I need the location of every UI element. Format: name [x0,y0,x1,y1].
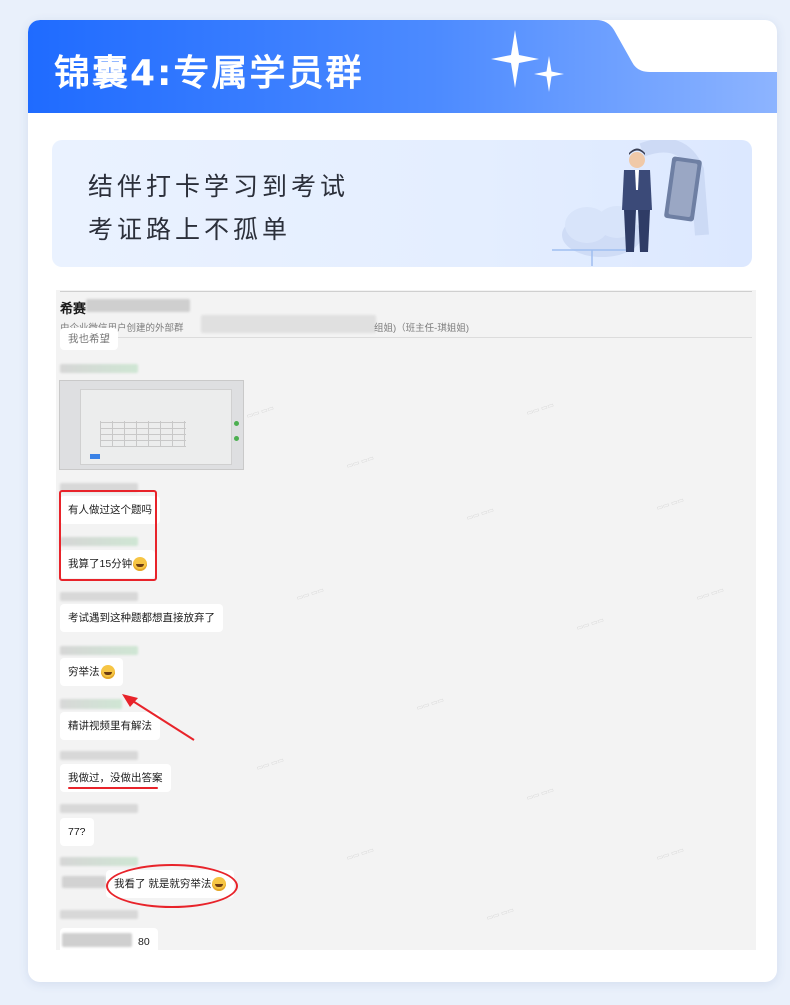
slogan-banner: 结伴打卡学习到考试 考证路上不孤单 [52,140,752,267]
blurred-sender [60,910,138,919]
blurred-quote [62,876,106,888]
divider [60,291,752,292]
blurred-sender [60,804,138,813]
group-subtitle-suffix: 组姐)（班主任-琪姐姐) [374,323,469,334]
watermark: ▭▭ ▭▭ [465,506,495,523]
watermark: ▭▭ ▭▭ [485,906,515,923]
red-arrow-annotation [122,694,195,741]
page-title: 锦囊4:专属学员群 [54,53,364,94]
small-sparkle-icon [534,56,564,92]
blurred-name [86,299,190,312]
blurred-text [62,933,132,947]
message-bubble: 77? [60,818,94,846]
watermark: ▭▭ ▭▭ [415,696,445,713]
message-bubble: 穷举法 [60,658,123,686]
watermark: ▭▭ ▭▭ [345,846,375,863]
message-bubble: 考试遇到这种题都想直接放弃了 [60,604,223,632]
message-text: 穷举法 [68,666,100,678]
watermark: ▭▭ ▭▭ [525,786,555,803]
group-name: 希赛 [60,301,87,316]
watermark: ▭▭ ▭▭ [345,454,375,471]
divider [60,337,752,338]
slogan-line-1: 结伴打卡学习到考试 [88,172,350,201]
watermark: ▭▭ ▭▭ [695,586,725,603]
red-underline-annotation [68,787,158,789]
message-bubble: 我也希望 [60,328,118,350]
businessman-illustration-icon [552,140,709,266]
blurred-sender [60,699,122,709]
watermark: ▭▭ ▭▭ [575,616,605,633]
slogan-line-2: 考证路上不孤单 [88,215,292,244]
blurred-sender [60,646,138,655]
red-circle-annotation [106,864,238,908]
highlight-box [59,490,157,581]
watermark: ▭▭ ▭▭ [525,401,555,418]
blurred-subtitle [201,315,376,333]
watermark: ▭▭ ▭▭ [295,586,325,603]
watermark: ▭▭ ▭▭ [255,756,285,773]
watermark: ▭▭ ▭▭ [655,496,685,513]
blurred-sender [60,857,138,866]
blurred-sender [60,751,138,760]
sparkle-icon [491,30,539,88]
message-text: 80 [138,936,150,948]
title-banner: 锦囊4:专属学员群 [28,20,777,113]
watermark: ▭▭ ▭▭ [245,404,275,421]
group-chat-screenshot: 希赛 由企业微信用户创建的外部群 组姐)（班主任-琪姐姐) 我也希望 有人做过这… [56,290,756,950]
blurred-sender [60,364,138,373]
facepalm-emoji-icon [100,665,115,680]
screenshot-image-message[interactable] [59,380,244,470]
blurred-sender [60,592,138,601]
watermark: ▭▭ ▭▭ [655,846,685,863]
